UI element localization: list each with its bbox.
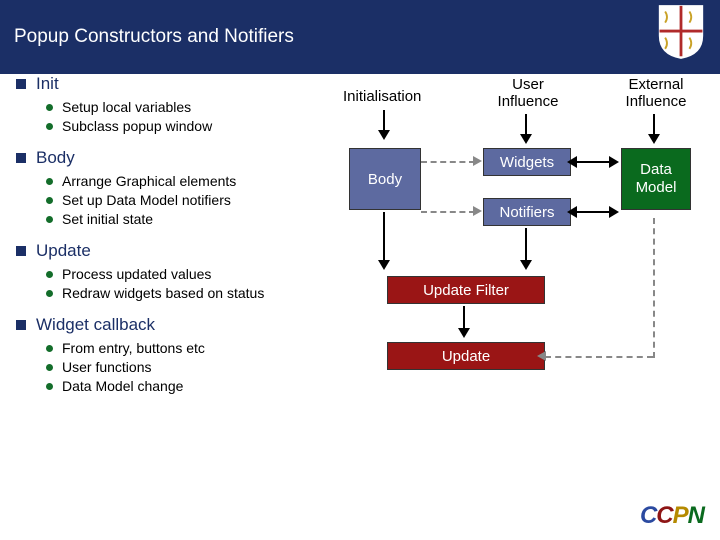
box-widgets: Widgets <box>483 148 571 176</box>
arrow-head-icon <box>609 156 619 168</box>
box-notifiers: Notifiers <box>483 198 571 226</box>
dot-bullet-icon <box>46 290 53 297</box>
box-body: Body <box>349 148 421 210</box>
label-user-influence: User <box>512 76 544 93</box>
list-item: Process updated values <box>46 266 366 282</box>
list-item: Set initial state <box>46 211 366 227</box>
dot-bullet-icon <box>46 364 53 371</box>
list-item: From entry, buttons etc <box>46 340 366 356</box>
outline-list: Init Setup local variables Subclass popu… <box>16 74 366 408</box>
arrow-head-icon <box>473 156 482 166</box>
list-item: Subclass popup window <box>46 118 366 134</box>
list-item: Data Model change <box>46 378 366 394</box>
flow-diagram: Initialisation User Influence External I… <box>335 68 720 468</box>
section-update: Update Process updated values Redraw wid… <box>16 241 366 301</box>
dot-bullet-icon <box>46 216 53 223</box>
dot-bullet-icon <box>46 197 53 204</box>
square-bullet-icon <box>16 320 26 330</box>
section-title: Widget callback <box>36 315 155 335</box>
slide-title: Popup Constructors and Notifiers <box>14 26 294 48</box>
square-bullet-icon <box>16 79 26 89</box>
arrow-line <box>571 161 611 163</box>
university-shield-icon <box>656 8 706 66</box>
square-bullet-icon <box>16 153 26 163</box>
dot-bullet-icon <box>46 271 53 278</box>
arrow-line <box>571 211 611 213</box>
arrow-head-icon <box>567 156 577 168</box>
box-update: Update <box>387 342 545 370</box>
ccpn-logo: CCPN <box>640 502 704 530</box>
box-update-filter: Update Filter <box>387 276 545 304</box>
list-item: Redraw widgets based on status <box>46 285 366 301</box>
dot-bullet-icon <box>46 178 53 185</box>
section-widget-callback: Widget callback From entry, buttons etc … <box>16 315 366 394</box>
dot-bullet-icon <box>46 123 53 130</box>
dashed-arrow <box>421 161 475 163</box>
dot-bullet-icon <box>46 345 53 352</box>
section-body: Body Arrange Graphical elements Set up D… <box>16 148 366 227</box>
section-title: Update <box>36 241 91 261</box>
square-bullet-icon <box>16 246 26 256</box>
box-data-model: DataModel <box>621 148 691 210</box>
label-initialisation: Initialisation <box>343 88 421 105</box>
dashed-arrow <box>545 356 653 358</box>
dot-bullet-icon <box>46 383 53 390</box>
dashed-arrow <box>421 211 475 213</box>
dot-bullet-icon <box>46 104 53 111</box>
arrow-head-icon <box>473 206 482 216</box>
list-item: Setup local variables <box>46 99 366 115</box>
arrow-head-icon <box>537 351 546 361</box>
section-title: Init <box>36 74 59 94</box>
slide-content: Init Setup local variables Subclass popu… <box>0 62 720 540</box>
label-external-influence: External <box>628 76 683 93</box>
section-init: Init Setup local variables Subclass popu… <box>16 74 366 134</box>
list-item: User functions <box>46 359 366 375</box>
section-title: Body <box>36 148 75 168</box>
arrow-head-icon <box>567 206 577 218</box>
dashed-arrow <box>653 218 655 358</box>
list-item: Set up Data Model notifiers <box>46 192 366 208</box>
arrow-head-icon <box>609 206 619 218</box>
list-item: Arrange Graphical elements <box>46 173 366 189</box>
